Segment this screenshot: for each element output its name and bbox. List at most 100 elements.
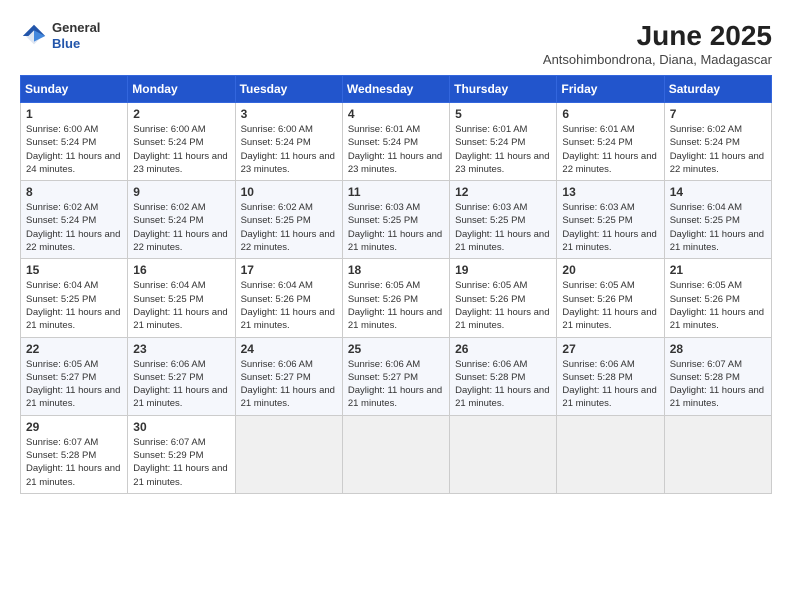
location: Antsohimbondrona, Diana, Madagascar xyxy=(543,52,772,67)
day-info: Sunrise: 6:04 AMSunset: 5:25 PMDaylight:… xyxy=(26,279,122,332)
calendar-cell: 17 Sunrise: 6:04 AMSunset: 5:26 PMDaylig… xyxy=(235,259,342,337)
day-info: Sunrise: 6:04 AMSunset: 5:25 PMDaylight:… xyxy=(133,279,229,332)
day-info: Sunrise: 6:01 AMSunset: 5:24 PMDaylight:… xyxy=(455,123,551,176)
day-number: 2 xyxy=(133,107,229,121)
day-number: 26 xyxy=(455,342,551,356)
calendar-cell: 11 Sunrise: 6:03 AMSunset: 5:25 PMDaylig… xyxy=(342,181,449,259)
day-number: 15 xyxy=(26,263,122,277)
page-header: General Blue June 2025 Antsohimbondrona,… xyxy=(20,20,772,67)
day-number: 6 xyxy=(562,107,658,121)
calendar-cell xyxy=(450,415,557,493)
day-header-friday: Friday xyxy=(557,76,664,103)
day-header-saturday: Saturday xyxy=(664,76,771,103)
calendar-cell: 10 Sunrise: 6:02 AMSunset: 5:25 PMDaylig… xyxy=(235,181,342,259)
day-info: Sunrise: 6:06 AMSunset: 5:27 PMDaylight:… xyxy=(348,358,444,411)
day-header-sunday: Sunday xyxy=(21,76,128,103)
calendar-cell: 25 Sunrise: 6:06 AMSunset: 5:27 PMDaylig… xyxy=(342,337,449,415)
day-number: 28 xyxy=(670,342,766,356)
calendar-week-row: 15 Sunrise: 6:04 AMSunset: 5:25 PMDaylig… xyxy=(21,259,772,337)
day-number: 29 xyxy=(26,420,122,434)
day-number: 9 xyxy=(133,185,229,199)
calendar-week-row: 22 Sunrise: 6:05 AMSunset: 5:27 PMDaylig… xyxy=(21,337,772,415)
day-number: 11 xyxy=(348,185,444,199)
calendar-cell: 13 Sunrise: 6:03 AMSunset: 5:25 PMDaylig… xyxy=(557,181,664,259)
calendar-cell: 26 Sunrise: 6:06 AMSunset: 5:28 PMDaylig… xyxy=(450,337,557,415)
calendar-cell: 5 Sunrise: 6:01 AMSunset: 5:24 PMDayligh… xyxy=(450,103,557,181)
calendar-cell: 7 Sunrise: 6:02 AMSunset: 5:24 PMDayligh… xyxy=(664,103,771,181)
day-info: Sunrise: 6:05 AMSunset: 5:26 PMDaylight:… xyxy=(455,279,551,332)
day-number: 22 xyxy=(26,342,122,356)
day-header-tuesday: Tuesday xyxy=(235,76,342,103)
calendar-cell: 20 Sunrise: 6:05 AMSunset: 5:26 PMDaylig… xyxy=(557,259,664,337)
day-info: Sunrise: 6:02 AMSunset: 5:24 PMDaylight:… xyxy=(26,201,122,254)
day-info: Sunrise: 6:00 AMSunset: 5:24 PMDaylight:… xyxy=(26,123,122,176)
day-info: Sunrise: 6:02 AMSunset: 5:24 PMDaylight:… xyxy=(670,123,766,176)
logo-general: General xyxy=(52,20,100,36)
calendar-cell: 3 Sunrise: 6:00 AMSunset: 5:24 PMDayligh… xyxy=(235,103,342,181)
day-info: Sunrise: 6:07 AMSunset: 5:29 PMDaylight:… xyxy=(133,436,229,489)
day-info: Sunrise: 6:03 AMSunset: 5:25 PMDaylight:… xyxy=(455,201,551,254)
calendar-week-row: 8 Sunrise: 6:02 AMSunset: 5:24 PMDayligh… xyxy=(21,181,772,259)
calendar-cell: 24 Sunrise: 6:06 AMSunset: 5:27 PMDaylig… xyxy=(235,337,342,415)
day-info: Sunrise: 6:01 AMSunset: 5:24 PMDaylight:… xyxy=(562,123,658,176)
day-number: 21 xyxy=(670,263,766,277)
day-number: 5 xyxy=(455,107,551,121)
calendar-table: SundayMondayTuesdayWednesdayThursdayFrid… xyxy=(20,75,772,494)
day-number: 20 xyxy=(562,263,658,277)
calendar-cell: 9 Sunrise: 6:02 AMSunset: 5:24 PMDayligh… xyxy=(128,181,235,259)
calendar-cell: 1 Sunrise: 6:00 AMSunset: 5:24 PMDayligh… xyxy=(21,103,128,181)
day-info: Sunrise: 6:02 AMSunset: 5:25 PMDaylight:… xyxy=(241,201,337,254)
day-number: 30 xyxy=(133,420,229,434)
calendar-cell: 6 Sunrise: 6:01 AMSunset: 5:24 PMDayligh… xyxy=(557,103,664,181)
day-number: 14 xyxy=(670,185,766,199)
calendar-cell: 19 Sunrise: 6:05 AMSunset: 5:26 PMDaylig… xyxy=(450,259,557,337)
calendar-cell xyxy=(664,415,771,493)
day-info: Sunrise: 6:07 AMSunset: 5:28 PMDaylight:… xyxy=(670,358,766,411)
day-number: 4 xyxy=(348,107,444,121)
day-number: 25 xyxy=(348,342,444,356)
day-info: Sunrise: 6:03 AMSunset: 5:25 PMDaylight:… xyxy=(562,201,658,254)
calendar-cell: 27 Sunrise: 6:06 AMSunset: 5:28 PMDaylig… xyxy=(557,337,664,415)
day-number: 16 xyxy=(133,263,229,277)
day-number: 24 xyxy=(241,342,337,356)
calendar-cell: 28 Sunrise: 6:07 AMSunset: 5:28 PMDaylig… xyxy=(664,337,771,415)
day-info: Sunrise: 6:04 AMSunset: 5:25 PMDaylight:… xyxy=(670,201,766,254)
calendar-header-row: SundayMondayTuesdayWednesdayThursdayFrid… xyxy=(21,76,772,103)
day-number: 12 xyxy=(455,185,551,199)
day-info: Sunrise: 6:06 AMSunset: 5:27 PMDaylight:… xyxy=(241,358,337,411)
calendar-cell: 15 Sunrise: 6:04 AMSunset: 5:25 PMDaylig… xyxy=(21,259,128,337)
calendar-cell xyxy=(342,415,449,493)
logo-blue: Blue xyxy=(52,36,100,52)
day-info: Sunrise: 6:06 AMSunset: 5:28 PMDaylight:… xyxy=(562,358,658,411)
logo-text: General Blue xyxy=(52,20,100,51)
day-number: 23 xyxy=(133,342,229,356)
day-number: 13 xyxy=(562,185,658,199)
calendar-week-row: 29 Sunrise: 6:07 AMSunset: 5:28 PMDaylig… xyxy=(21,415,772,493)
day-info: Sunrise: 6:05 AMSunset: 5:26 PMDaylight:… xyxy=(562,279,658,332)
calendar-cell: 30 Sunrise: 6:07 AMSunset: 5:29 PMDaylig… xyxy=(128,415,235,493)
day-info: Sunrise: 6:05 AMSunset: 5:26 PMDaylight:… xyxy=(670,279,766,332)
title-block: June 2025 Antsohimbondrona, Diana, Madag… xyxy=(543,20,772,67)
day-info: Sunrise: 6:06 AMSunset: 5:27 PMDaylight:… xyxy=(133,358,229,411)
day-number: 18 xyxy=(348,263,444,277)
day-header-monday: Monday xyxy=(128,76,235,103)
day-info: Sunrise: 6:07 AMSunset: 5:28 PMDaylight:… xyxy=(26,436,122,489)
calendar-cell: 14 Sunrise: 6:04 AMSunset: 5:25 PMDaylig… xyxy=(664,181,771,259)
day-number: 3 xyxy=(241,107,337,121)
day-info: Sunrise: 6:03 AMSunset: 5:25 PMDaylight:… xyxy=(348,201,444,254)
day-info: Sunrise: 6:05 AMSunset: 5:26 PMDaylight:… xyxy=(348,279,444,332)
calendar-cell: 23 Sunrise: 6:06 AMSunset: 5:27 PMDaylig… xyxy=(128,337,235,415)
calendar-cell: 29 Sunrise: 6:07 AMSunset: 5:28 PMDaylig… xyxy=(21,415,128,493)
logo-icon xyxy=(20,22,48,50)
day-info: Sunrise: 6:01 AMSunset: 5:24 PMDaylight:… xyxy=(348,123,444,176)
day-number: 17 xyxy=(241,263,337,277)
month-title: June 2025 xyxy=(543,20,772,52)
calendar-week-row: 1 Sunrise: 6:00 AMSunset: 5:24 PMDayligh… xyxy=(21,103,772,181)
calendar-cell: 12 Sunrise: 6:03 AMSunset: 5:25 PMDaylig… xyxy=(450,181,557,259)
day-number: 7 xyxy=(670,107,766,121)
logo: General Blue xyxy=(20,20,100,51)
calendar-cell: 2 Sunrise: 6:00 AMSunset: 5:24 PMDayligh… xyxy=(128,103,235,181)
calendar-cell: 21 Sunrise: 6:05 AMSunset: 5:26 PMDaylig… xyxy=(664,259,771,337)
day-number: 27 xyxy=(562,342,658,356)
calendar-cell: 8 Sunrise: 6:02 AMSunset: 5:24 PMDayligh… xyxy=(21,181,128,259)
